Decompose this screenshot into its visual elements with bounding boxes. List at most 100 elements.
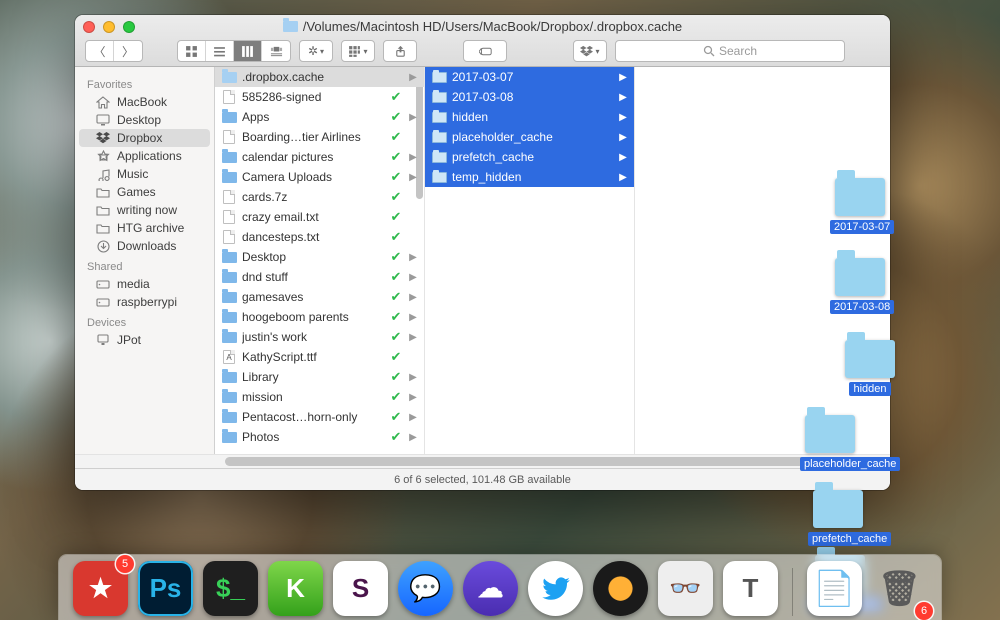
scrollbar-horizontal[interactable] (75, 454, 890, 468)
sidebar-item-music[interactable]: Music (79, 165, 210, 183)
dock-app-terminal[interactable]: $_ (203, 561, 258, 616)
sync-status-icon: ✔︎ (389, 209, 403, 225)
file-row[interactable]: justin's work✔︎▶ (215, 327, 424, 347)
sidebar-item-label: Applications (117, 149, 182, 163)
file-icon (221, 90, 237, 104)
sidebar-item-downloads[interactable]: Downloads (79, 237, 210, 255)
file-row[interactable]: Desktop✔︎▶ (215, 247, 424, 267)
folder-icon (431, 150, 447, 164)
dock-app-textedit[interactable]: T (723, 561, 778, 616)
sidebar-item-desktop[interactable]: Desktop (79, 111, 210, 129)
file-row[interactable]: dnd stuff✔︎▶ (215, 267, 424, 287)
folder-icon (95, 185, 111, 199)
file-row[interactable]: temp_hidden▶ (425, 167, 634, 187)
file-row[interactable]: Pentacost…horn-only✔︎▶ (215, 407, 424, 427)
share-button[interactable] (383, 40, 417, 62)
sync-status-icon: ✔︎ (389, 189, 403, 205)
view-icon-button[interactable] (178, 41, 206, 61)
file-row[interactable]: gamesaves✔︎▶ (215, 287, 424, 307)
folder-label: hidden (849, 382, 890, 396)
chevron-right-icon: ▶ (408, 332, 418, 343)
file-row[interactable]: 585286-signed✔︎ (215, 87, 424, 107)
arrange-button[interactable]: ✲▾ (299, 40, 333, 62)
file-row[interactable]: Photos✔︎▶ (215, 427, 424, 447)
view-list-button[interactable] (206, 41, 234, 61)
dock-app-twitter[interactable] (528, 561, 583, 616)
sidebar-item-media[interactable]: media (79, 275, 210, 293)
file-row[interactable]: 2017-03-08▶ (425, 87, 634, 107)
file-icon (221, 310, 237, 324)
file-name: hidden (452, 110, 613, 124)
dropbox-menu-button[interactable]: ▾ (573, 40, 607, 62)
minimize-button[interactable] (103, 21, 115, 33)
sidebar-item-applications[interactable]: Applications (79, 147, 210, 165)
dock-app-preview[interactable]: 👓 (658, 561, 713, 616)
file-row[interactable]: calendar pictures✔︎▶ (215, 147, 424, 167)
nav-buttons: 〈 〉 (85, 40, 143, 62)
dropbox-icon (580, 45, 593, 58)
back-button[interactable]: 〈 (86, 41, 114, 61)
file-row[interactable]: crazy email.txt✔︎ (215, 207, 424, 227)
dragged-folder[interactable]: prefetch_cache (808, 490, 868, 547)
file-row[interactable]: AKathyScript.ttf✔︎ (215, 347, 424, 367)
dock-app-photoshop[interactable]: Ps (138, 561, 193, 616)
badge: 6 (915, 602, 933, 620)
dock-app-vlc[interactable]: ◉ (593, 561, 648, 616)
file-row[interactable]: 2017-03-07▶ (425, 67, 634, 87)
dragged-folder[interactable]: hidden (840, 340, 900, 397)
file-row[interactable]: .dropbox.cache▶ (215, 67, 424, 87)
file-row[interactable]: cards.7z✔︎ (215, 187, 424, 207)
dock-app-kindle[interactable]: K (268, 561, 323, 616)
sidebar-item-label: Music (117, 167, 148, 181)
view-column-button[interactable] (234, 41, 262, 61)
sidebar-item-raspberrypi[interactable]: raspberrypi (79, 293, 210, 311)
zoom-button[interactable] (123, 21, 135, 33)
column-1[interactable]: .dropbox.cache▶585286-signed✔︎Apps✔︎▶Boa… (215, 67, 425, 454)
dock-item-document[interactable]: 📄 (807, 561, 862, 616)
sidebar-item-games[interactable]: Games (79, 183, 210, 201)
dock-app-messages[interactable]: 💬 (398, 561, 453, 616)
dock-app-slack[interactable]: S (333, 561, 388, 616)
dock-app-wunderlist[interactable]: ★5 (73, 561, 128, 616)
view-coverflow-button[interactable] (262, 41, 290, 61)
file-name: Library (242, 370, 384, 384)
close-button[interactable] (83, 21, 95, 33)
sidebar-item-dropbox[interactable]: Dropbox (79, 129, 210, 147)
search-field[interactable]: Search (615, 40, 845, 62)
sidebar-item-label: Dropbox (117, 131, 162, 145)
action-button[interactable]: ▾ (341, 40, 375, 62)
chevron-right-icon: ▶ (618, 152, 628, 163)
file-row[interactable]: hoogeboom parents✔︎▶ (215, 307, 424, 327)
file-row[interactable]: prefetch_cache▶ (425, 147, 634, 167)
file-row[interactable]: Apps✔︎▶ (215, 107, 424, 127)
column-2[interactable]: 2017-03-07▶2017-03-08▶hidden▶placeholder… (425, 67, 635, 454)
tag-button[interactable] (463, 40, 507, 62)
badge: 5 (116, 555, 134, 573)
folder-icon (95, 203, 111, 217)
file-row[interactable]: Camera Uploads✔︎▶ (215, 167, 424, 187)
dragged-folder[interactable]: placeholder_cache (800, 415, 860, 472)
sync-status-icon: ✔︎ (389, 329, 403, 345)
desktop-icon (95, 113, 111, 127)
sidebar-item-jpot[interactable]: JPot (79, 331, 210, 349)
dock-item-trash[interactable]: 🗑6 (872, 561, 927, 616)
dragged-folder[interactable]: 2017-03-07 (830, 178, 890, 235)
file-row[interactable]: dancesteps.txt✔︎ (215, 227, 424, 247)
sidebar[interactable]: FavoritesMacBookDesktopDropboxApplicatio… (75, 67, 215, 454)
sidebar-item-label: JPot (117, 333, 141, 347)
sidebar-item-macbook[interactable]: MacBook (79, 93, 210, 111)
file-row[interactable]: hidden▶ (425, 107, 634, 127)
sidebar-item-htg-archive[interactable]: HTG archive (79, 219, 210, 237)
tag-icon (479, 45, 492, 58)
folder-icon (431, 90, 447, 104)
dragged-folder[interactable]: 2017-03-08 (830, 258, 890, 315)
file-row[interactable]: mission✔︎▶ (215, 387, 424, 407)
forward-button[interactable]: 〉 (114, 41, 142, 61)
file-row[interactable]: Boarding…tier Airlines✔︎ (215, 127, 424, 147)
chevron-right-icon: ▶ (618, 92, 628, 103)
file-row[interactable]: Library✔︎▶ (215, 367, 424, 387)
file-row[interactable]: placeholder_cache▶ (425, 127, 634, 147)
sync-status-icon: ✔︎ (389, 289, 403, 305)
sidebar-item-writing-now[interactable]: writing now (79, 201, 210, 219)
dock-app-cloud-app[interactable]: ☁ (463, 561, 518, 616)
